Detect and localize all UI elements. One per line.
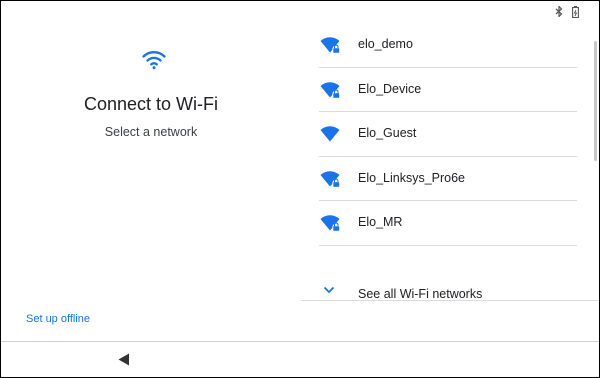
- wifi-lock-icon: [320, 37, 340, 53]
- network-name: Elo_Device: [358, 81, 422, 96]
- navigation-bar: [1, 341, 599, 377]
- wifi-icon: [142, 51, 166, 70]
- network-name: Elo_Linksys_Pro6e: [358, 170, 466, 185]
- chevron-down-icon: [323, 286, 335, 294]
- status-bar: [1, 1, 599, 23]
- network-item-elo-mr[interactable]: Elo_MR: [301, 201, 577, 246]
- network-item-elo-demo[interactable]: elo_demo: [301, 23, 577, 68]
- network-name: Elo_MR: [358, 215, 403, 229]
- network-item-elo-device[interactable]: Elo_Device: [301, 68, 577, 113]
- set-up-offline-link[interactable]: Set up offline: [26, 313, 90, 325]
- network-item-elo-guest[interactable]: Elo_Guest: [301, 112, 577, 157]
- network-name: Elo_Guest: [358, 126, 417, 140]
- wifi-lock-icon: [320, 170, 340, 187]
- intro-panel: Connect to Wi-Fi Select a network Set up…: [1, 23, 301, 341]
- wifi-icon: [320, 126, 340, 142]
- see-all-networks-button[interactable]: See all Wi-Fi networks: [301, 283, 599, 301]
- bluetooth-icon: [555, 6, 563, 17]
- wifi-lock-icon: [320, 81, 340, 98]
- back-icon[interactable]: [118, 353, 130, 366]
- scrollbar[interactable]: [594, 41, 597, 161]
- wifi-lock-icon: [320, 215, 340, 231]
- page-title: Connect to Wi-Fi: [83, 94, 219, 114]
- network-list: elo_demo Elo_Device Elo_Guest Elo_Linksy…: [301, 23, 577, 299]
- see-all-networks-label: See all Wi-Fi networks: [358, 287, 483, 301]
- network-name: elo_demo: [358, 37, 413, 51]
- network-item-elo-linksys-pro6e[interactable]: Elo_Linksys_Pro6e: [301, 157, 577, 202]
- setup-screen: Connect to Wi-Fi Select a network Set up…: [0, 0, 600, 378]
- battery-icon: [572, 6, 579, 18]
- page-subtitle: Select a network: [104, 125, 198, 139]
